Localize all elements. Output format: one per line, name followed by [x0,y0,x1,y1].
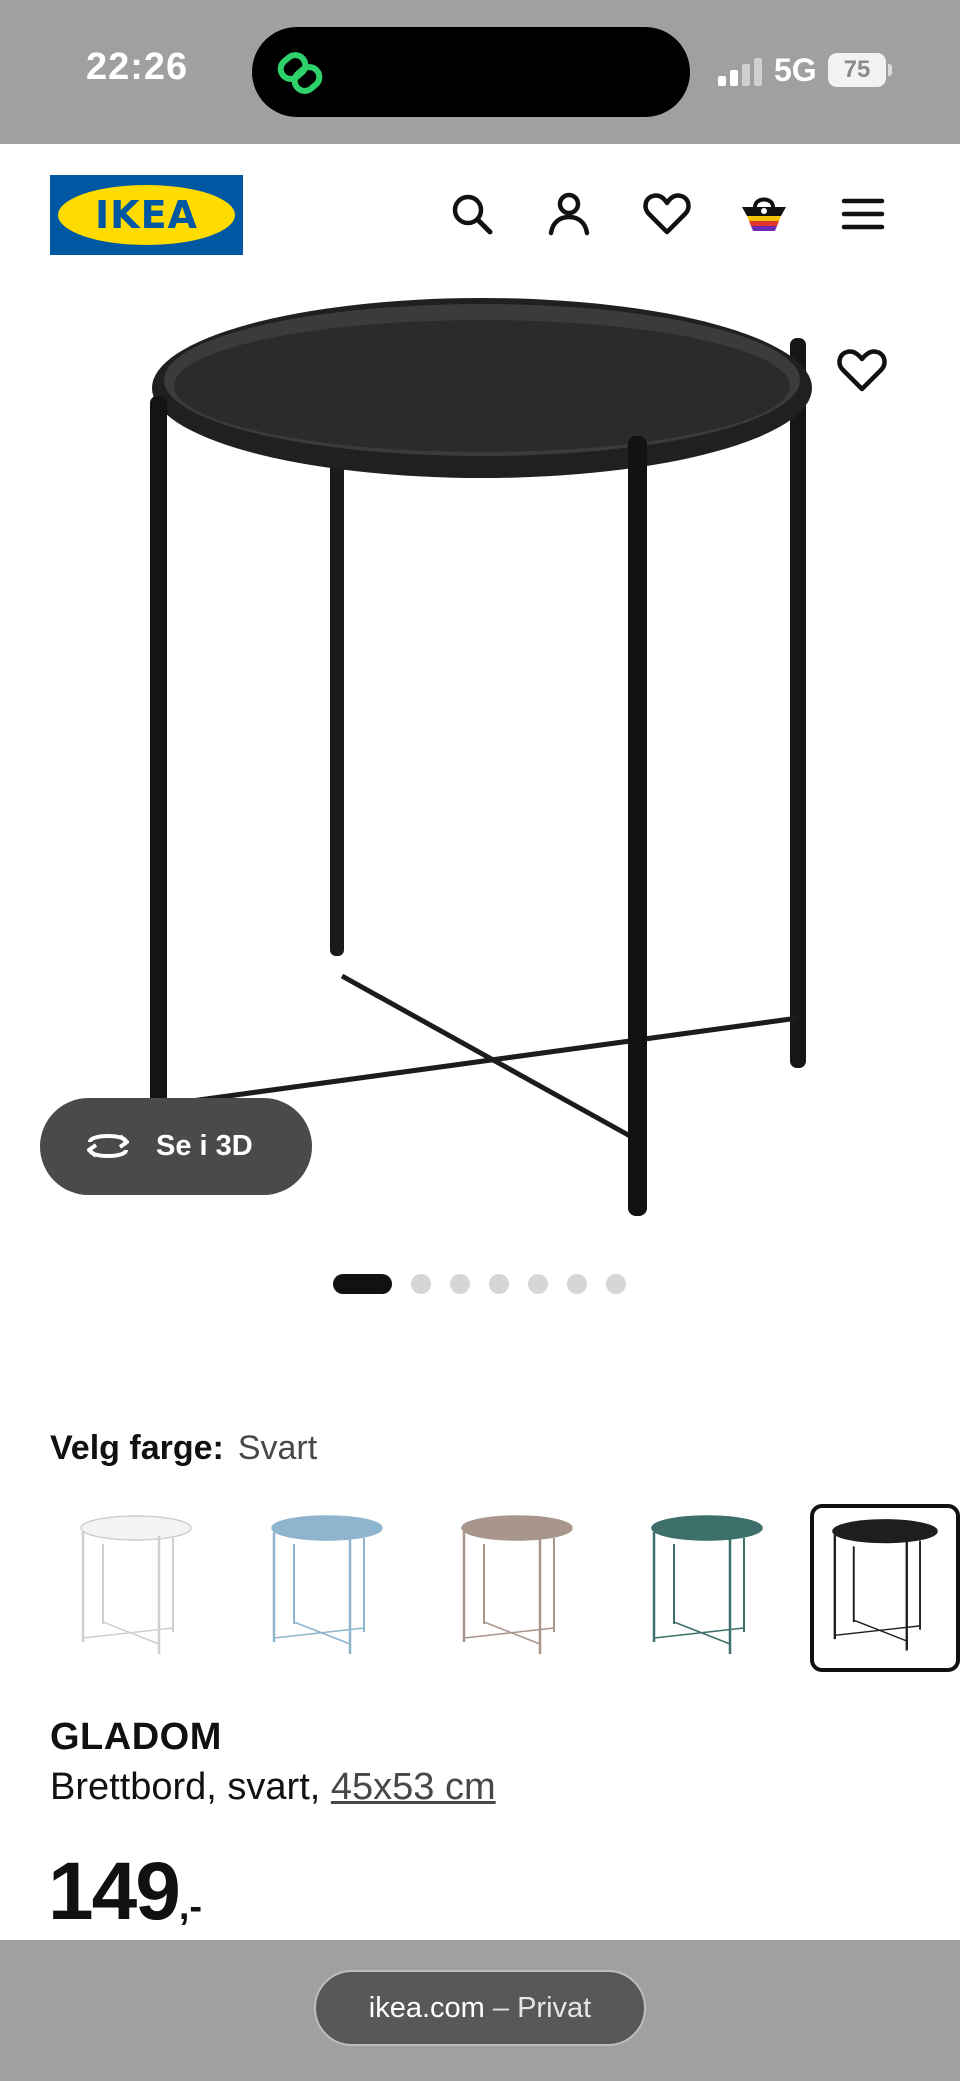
product-size-link[interactable]: 45x53 cm [331,1766,496,1808]
color-option-black[interactable] [810,1504,960,1672]
address-bar[interactable]: ikea.com – Privat [314,1970,646,2046]
rotate-3d-icon [87,1134,129,1158]
selected-color: Svart [237,1429,318,1467]
product-image[interactable] [130,296,830,1226]
signal-icon [718,58,762,86]
status-bar: 22:26 5G 75 [0,0,960,144]
pagination-dot[interactable] [489,1274,509,1294]
status-time: 22:26 [86,46,189,88]
search-icon[interactable] [447,189,497,239]
shopping-bag-icon[interactable] [739,189,789,239]
product-price: 149,- [48,1845,202,1939]
account-icon[interactable] [544,189,594,239]
pagination-dot[interactable] [606,1274,626,1294]
product-name: GLADOM [50,1716,222,1758]
product-type: Brettbord, svart, [50,1766,331,1808]
url-text: ikea.com [368,1992,485,2024]
pagination-dot[interactable] [333,1274,392,1294]
network-type: 5G [774,52,817,88]
table-thumbnail [461,1515,573,1654]
browser-bottom-bar: ikea.com – Privat [0,1940,960,2081]
pagination-dot[interactable] [528,1274,548,1294]
menu-icon[interactable] [838,189,888,239]
table-thumbnail [80,1515,192,1654]
table-thumbnail [832,1519,938,1651]
private-mode-label: – Privat [484,1992,592,2024]
table-thumbnail [271,1515,383,1654]
pagination-dot[interactable] [411,1274,431,1294]
color-picker-heading: Velg farge: Svart [50,1428,317,1468]
battery-icon: 75 [828,53,892,87]
see-in-3d-button[interactable]: Se i 3D [40,1098,312,1195]
color-option-white[interactable] [61,1504,211,1672]
pagination-dot[interactable] [450,1274,470,1294]
color-label: Velg farge: [50,1429,224,1467]
battery-level: 75 [843,56,871,83]
color-option-dark-green[interactable] [632,1504,782,1672]
link-icon [277,52,323,94]
price-suffix: ,- [178,1886,203,1928]
color-option-beige[interactable] [442,1504,592,1672]
favorites-icon[interactable] [642,189,692,239]
price-value: 149 [48,1846,181,1937]
see-in-3d-label: Se i 3D [156,1130,253,1162]
color-option-light-blue[interactable] [252,1504,402,1672]
ikea-logo[interactable]: IKEA [50,175,243,255]
product-description: Brettbord, svart, 45x53 cm [50,1766,496,1809]
favorite-toggle-icon[interactable] [836,344,888,396]
table-thumbnail [651,1515,763,1654]
logo-text: IKEA [95,193,198,237]
dynamic-island [252,27,690,117]
site-header: IKEA [0,144,960,284]
pagination-dot[interactable] [567,1274,587,1294]
